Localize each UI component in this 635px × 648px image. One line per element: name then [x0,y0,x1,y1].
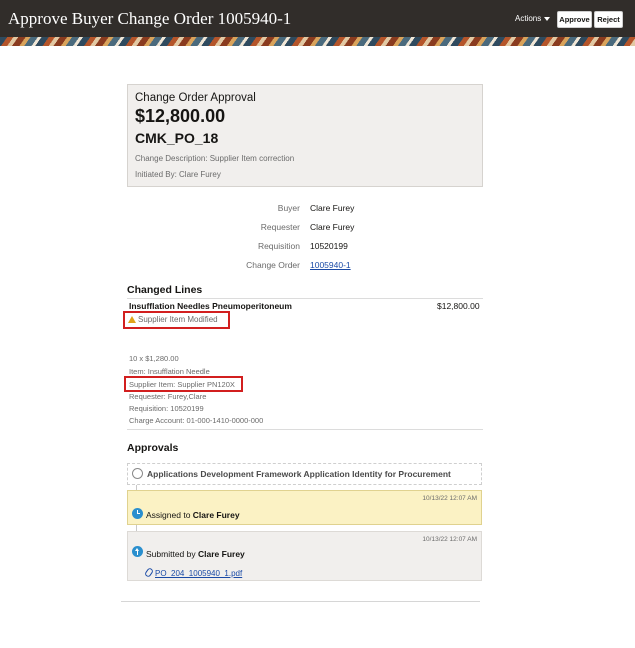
po-number: CMK_PO_18 [135,130,219,146]
line-requester: Requester: Furey,Clare [129,392,207,401]
submitted-timestamp: 10/13/22 12:07 AM [422,536,477,543]
approve-button[interactable]: Approve [557,11,592,28]
quantity-price: 10 x $1,280.00 [129,354,179,363]
line-item-amount: $12,800.00 [437,301,480,311]
circle-icon [132,468,143,479]
requisition-value: 10520199 [310,241,348,251]
buyer-label: Buyer [277,203,300,213]
assigned-timestamp: 10/13/22 12:07 AM [422,495,477,502]
buyer-value: Clare Furey [310,203,355,213]
requester-label: Requester [260,222,300,232]
submitted-entry: 10/13/22 12:07 AM Submitted by Clare Fur… [127,531,482,581]
submitted-prefix: Submitted by [146,549,196,559]
requester-value: Clare Furey [310,222,355,232]
line-item-name: Insufflation Needles Pneumoperitoneum [129,301,292,311]
clock-icon [132,508,143,519]
summary-amount: $12,800.00 [135,106,226,126]
highlight-box [124,376,243,392]
decorative-banner [0,37,635,46]
highlight-box [123,311,230,329]
arrow-up-icon [132,546,143,557]
divider [127,429,483,430]
change-description: Change Description: Supplier Item correc… [135,154,295,163]
attachment-name: PO_204_1005940_1.pdf [155,569,243,578]
chevron-down-icon [544,16,551,21]
submitted-text: Submitted by Clare Furey [146,549,245,559]
page-header: Approve Buyer Change Order 1005940-1 Act… [0,0,635,37]
stage-name: Applications Development Framework Appli… [147,469,451,479]
paperclip-icon [143,567,155,578]
assigned-entry: 10/13/22 12:07 AM Assigned to Clare Fure… [127,490,482,525]
approvals-title: Approvals [127,442,179,454]
summary-box: Change Order Approval $12,800.00 CMK_PO_… [127,84,483,187]
line-requisition: Requisition: 10520199 [129,404,204,413]
charge-account: Charge Account: 01-000-1410-0000-000 [129,416,264,425]
actions-label: Actions [515,14,542,23]
assigned-text: Assigned to Clare Furey [146,510,240,520]
assigned-prefix: Assigned to [146,510,191,520]
attachment-link[interactable]: PO_204_1005940_1.pdf [143,567,243,578]
submitted-name: Clare Furey [198,549,245,559]
approval-stage: Applications Development Framework Appli… [127,463,482,485]
divider [127,298,483,299]
reject-button[interactable]: Reject [594,11,623,28]
change-order-link[interactable]: 1005940-1 [310,260,351,270]
assigned-name: Clare Furey [192,510,240,520]
changed-lines-title: Changed Lines [127,284,203,296]
footer-divider [121,601,480,602]
initiated-by: Initiated By: Clare Furey [135,170,221,179]
page-title: Approve Buyer Change Order 1005940-1 [8,9,292,28]
requisition-label: Requisition [257,241,300,251]
change-order-label: Change Order [246,260,300,270]
actions-menu[interactable]: Actions [515,14,551,23]
summary-label: Change Order Approval [135,92,256,104]
item-name: Item: Insufflation Needle [129,367,210,376]
